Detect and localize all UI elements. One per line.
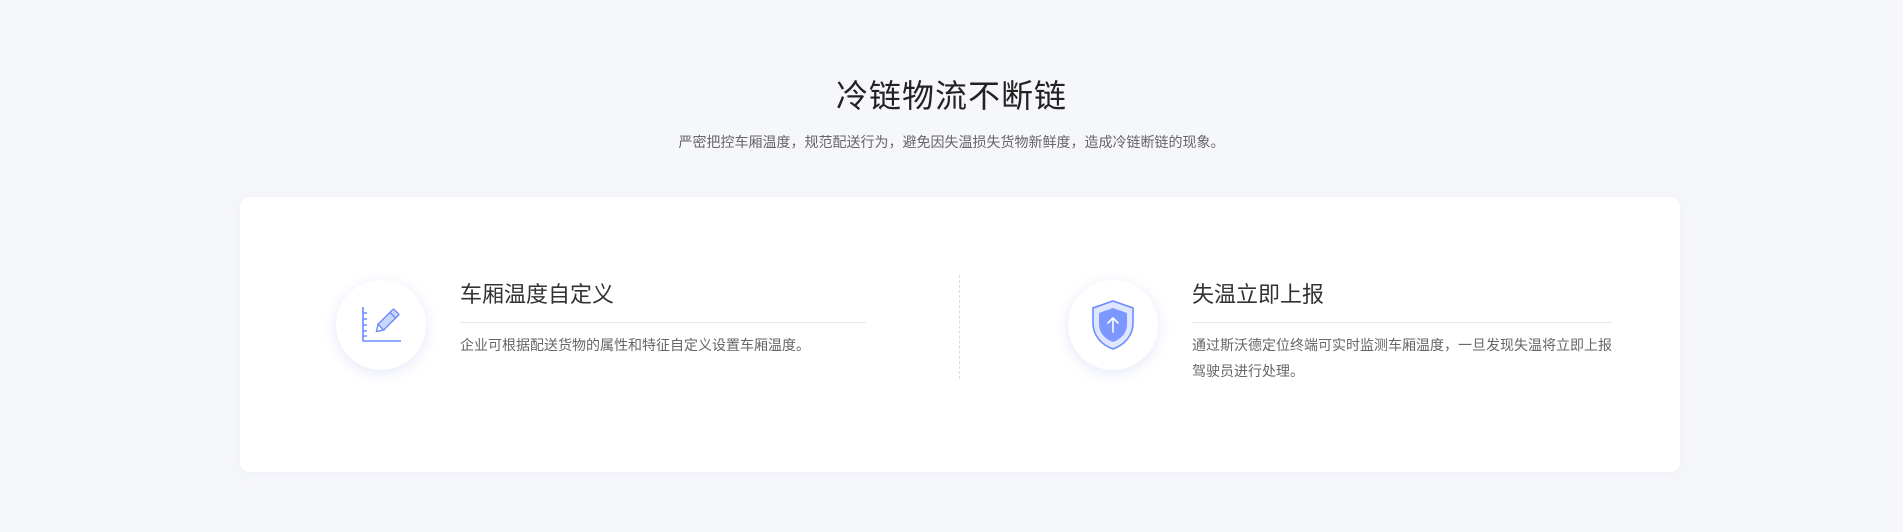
feature-divider (959, 275, 960, 379)
shield-upload-icon (1068, 280, 1158, 370)
pencil-ruler-icon (336, 280, 426, 370)
features-card: 车厢温度自定义 企业可根据配送货物的属性和特征自定义设置车厢温度。 失温立即上报… (240, 197, 1680, 472)
feature-description: 通过斯沃德定位终端可实时监测车厢温度，一旦发现失温将立即上报驾驶员进行处理。 (1192, 338, 1612, 380)
feature-text: 失温立即上报 通过斯沃德定位终端可实时监测车厢温度，一旦发现失温将立即上报驾驶员… (1192, 280, 1612, 385)
feature-text: 车厢温度自定义 企业可根据配送货物的属性和特征自定义设置车厢温度。 (460, 280, 866, 359)
feature-title: 车厢温度自定义 (460, 280, 866, 323)
feature-title: 失温立即上报 (1192, 280, 1612, 323)
section-subtitle: 严密把控车厢温度，规范配送行为，避免因失温损失货物新鲜度，造成冷链断链的现象。 (678, 135, 1225, 151)
feature-description: 企业可根据配送货物的属性和特征自定义设置车厢温度。 (460, 338, 810, 354)
section-title: 冷链物流不断链 (835, 77, 1067, 116)
